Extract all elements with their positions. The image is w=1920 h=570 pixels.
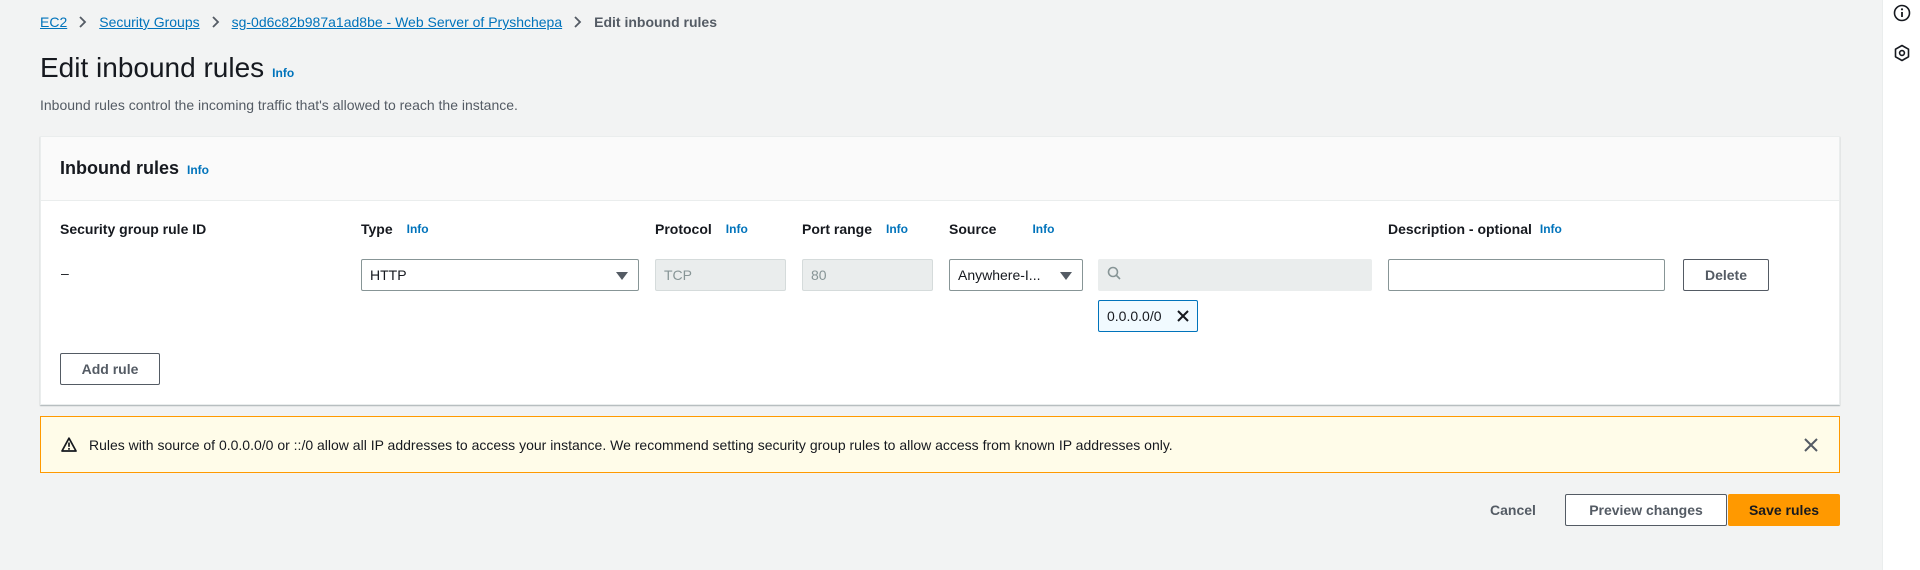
source-select-value: Anywhere-I... <box>958 267 1041 283</box>
info-icon[interactable] <box>1893 4 1911 27</box>
search-icon <box>1107 266 1121 285</box>
page-description: Inbound rules control the incoming traff… <box>40 97 518 113</box>
panel-title: Inbound rules <box>60 158 179 178</box>
caret-down-icon <box>616 272 628 280</box>
column-label: Description - optional <box>1388 221 1532 237</box>
delete-button[interactable]: Delete <box>1683 259 1769 291</box>
preview-changes-button[interactable]: Preview changes <box>1565 494 1727 526</box>
column-label: Port range <box>802 221 873 237</box>
page-info-link[interactable]: Info <box>272 66 294 80</box>
breadcrumb-ec2[interactable]: EC2 <box>40 14 67 30</box>
column-type: Type Info <box>361 221 429 237</box>
save-rules-button[interactable]: Save rules <box>1728 494 1840 526</box>
column-description: Description - optional Info <box>1388 221 1562 237</box>
source-select[interactable]: Anywhere-I... <box>949 259 1083 291</box>
chevron-right-icon <box>79 16 87 28</box>
column-port-range: Port range Info <box>802 221 908 237</box>
warning-icon <box>61 437 77 452</box>
chevron-right-icon <box>211 16 220 28</box>
cidr-token: 0.0.0.0/0 <box>1098 300 1198 332</box>
description-input[interactable] <box>1388 259 1665 291</box>
column-label: Source <box>949 221 997 237</box>
column-rule-id: Security group rule ID <box>60 221 206 237</box>
protocol-value: TCP <box>664 267 692 283</box>
source-cidr-search[interactable] <box>1098 259 1372 291</box>
close-icon[interactable] <box>1175 308 1191 327</box>
rule-id-value: – <box>61 265 69 281</box>
right-rail <box>1882 0 1920 570</box>
type-info-link[interactable]: Info <box>407 222 429 236</box>
page-header: Edit inbound rules Info <box>40 52 294 84</box>
warning-text: Rules with source of 0.0.0.0/0 or ::/0 a… <box>89 436 1173 453</box>
panel-header: Inbound rules Info <box>41 137 1839 201</box>
cancel-button[interactable]: Cancel <box>1473 494 1553 526</box>
source-info-link[interactable]: Info <box>1032 222 1054 236</box>
port-range-field: 80 <box>802 259 933 291</box>
warning-alert: Rules with source of 0.0.0.0/0 or ::/0 a… <box>40 416 1840 473</box>
breadcrumb: EC2 Security Groups sg-0d6c82b987a1ad8be… <box>40 14 717 30</box>
chevron-right-icon <box>574 16 582 28</box>
add-rule-button[interactable]: Add rule <box>60 353 160 385</box>
column-label: Protocol <box>655 221 712 237</box>
breadcrumb-security-groups[interactable]: Security Groups <box>99 14 199 30</box>
panel-info-link[interactable]: Info <box>187 163 209 177</box>
page-title: Edit inbound rules <box>40 52 265 83</box>
description-info-link[interactable]: Info <box>1540 222 1562 236</box>
port-range-value: 80 <box>811 267 827 283</box>
column-protocol: Protocol Info <box>655 221 748 237</box>
breadcrumb-security-group-id[interactable]: sg-0d6c82b987a1ad8be - Web Server of Pry… <box>232 14 563 30</box>
type-select[interactable]: HTTP <box>361 259 639 291</box>
protocol-info-link[interactable]: Info <box>726 222 748 236</box>
protocol-field: TCP <box>655 259 786 291</box>
port-range-info-link[interactable]: Info <box>886 222 908 236</box>
close-icon[interactable] <box>1803 437 1819 456</box>
inbound-rules-panel: Inbound rules Info Security group rule I… <box>40 136 1840 405</box>
breadcrumb-current: Edit inbound rules <box>594 14 718 30</box>
column-label: Security group rule ID <box>60 221 207 237</box>
column-label: Type <box>361 221 393 237</box>
type-select-value: HTTP <box>370 267 407 283</box>
column-source: Source Info <box>949 221 1054 237</box>
cidr-token-label: 0.0.0.0/0 <box>1107 308 1162 324</box>
settings-hexagon-icon[interactable] <box>1893 44 1911 67</box>
caret-down-icon <box>1060 272 1072 280</box>
